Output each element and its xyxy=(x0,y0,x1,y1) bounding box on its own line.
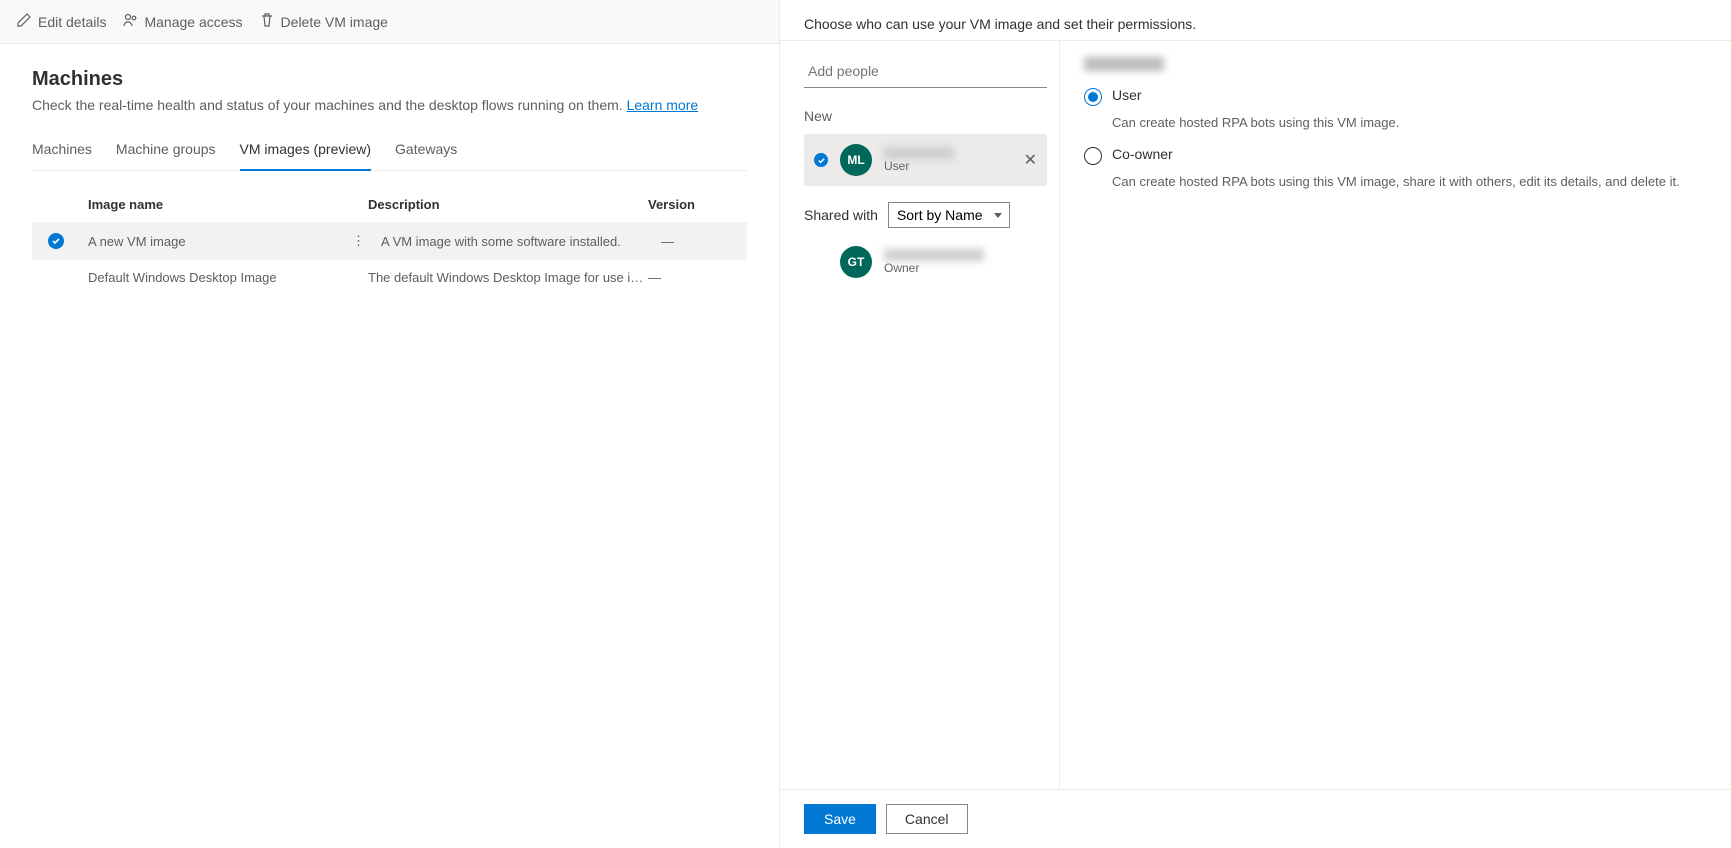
row-image-name: A new VM image xyxy=(88,234,368,249)
tab-machine-groups[interactable]: Machine groups xyxy=(116,133,216,170)
radio-icon xyxy=(1084,147,1102,165)
header-description[interactable]: Description xyxy=(368,197,648,212)
table-header-row: Image name Description Version xyxy=(32,187,747,222)
person-role: User xyxy=(884,159,1037,173)
remove-person-icon[interactable]: ✕ xyxy=(1024,150,1037,170)
trash-icon xyxy=(259,12,275,31)
shared-person-card[interactable]: GT Owner xyxy=(804,236,1047,288)
add-people-input[interactable] xyxy=(804,57,1047,88)
person-name-redacted xyxy=(884,147,954,159)
permission-user-desc: Can create hosted RPA bots using this VM… xyxy=(1112,114,1707,132)
toolbar: Edit details Manage access Delete VM ima… xyxy=(0,0,779,44)
manage-access-label: Manage access xyxy=(144,14,242,30)
panel-description: Choose who can use your VM image and set… xyxy=(780,0,1731,40)
new-section-label: New xyxy=(804,108,1047,124)
page-subtitle-text: Check the real-time health and status of… xyxy=(32,97,627,113)
row-description: A VM image with some software installed. xyxy=(381,234,661,249)
permission-coowner-label: Co-owner xyxy=(1112,146,1173,162)
delete-vm-label: Delete VM image xyxy=(281,14,388,30)
page-title: Machines xyxy=(32,68,747,91)
row-more-icon[interactable]: ⋮ xyxy=(344,233,373,249)
row-image-name: Default Windows Desktop Image xyxy=(88,270,368,285)
pencil-icon xyxy=(16,12,32,31)
learn-more-link[interactable]: Learn more xyxy=(627,97,699,113)
permission-user-radio[interactable]: User xyxy=(1084,87,1707,106)
people-icon xyxy=(122,12,138,31)
tab-gateways[interactable]: Gateways xyxy=(395,133,457,170)
radio-icon xyxy=(1084,88,1102,106)
row-description: The default Windows Desktop Image for us… xyxy=(368,270,648,285)
header-version[interactable]: Version xyxy=(648,197,708,212)
permission-coowner-radio[interactable]: Co-owner xyxy=(1084,146,1707,165)
edit-details-button[interactable]: Edit details xyxy=(16,12,106,31)
permission-user-label: User xyxy=(1112,87,1142,103)
row-version: — xyxy=(648,270,708,285)
tab-vm-images[interactable]: VM images (preview) xyxy=(240,133,371,171)
permission-title-redacted xyxy=(1084,57,1164,71)
new-person-card[interactable]: ML User ✕ xyxy=(804,134,1047,186)
avatar: ML xyxy=(840,144,872,176)
cancel-button[interactable]: Cancel xyxy=(886,804,968,834)
table-row[interactable]: A new VM image ⋮ A VM image with some so… xyxy=(32,222,747,259)
person-name-redacted xyxy=(884,249,984,261)
table-row[interactable]: Default Windows Desktop Image The defaul… xyxy=(32,259,747,295)
save-button[interactable]: Save xyxy=(804,804,876,834)
vm-images-table: Image name Description Version A new VM … xyxy=(32,187,747,295)
permission-coowner-desc: Can create hosted RPA bots using this VM… xyxy=(1112,173,1707,191)
sort-select[interactable]: Sort by Name xyxy=(888,202,1010,228)
manage-access-button[interactable]: Manage access xyxy=(122,12,242,31)
avatar: GT xyxy=(840,246,872,278)
shared-with-label: Shared with xyxy=(804,207,878,223)
page-subtitle: Check the real-time health and status of… xyxy=(32,97,747,113)
check-icon xyxy=(814,153,828,167)
check-icon xyxy=(48,233,64,249)
person-role: Owner xyxy=(884,261,1037,275)
manage-access-panel: Choose who can use your VM image and set… xyxy=(780,0,1731,848)
delete-vm-button[interactable]: Delete VM image xyxy=(259,12,388,31)
tabs: Machines Machine groups VM images (previ… xyxy=(32,133,747,171)
row-version: — xyxy=(661,234,721,249)
tab-machines[interactable]: Machines xyxy=(32,133,92,170)
edit-details-label: Edit details xyxy=(38,14,106,30)
header-image-name[interactable]: Image name xyxy=(88,197,368,212)
